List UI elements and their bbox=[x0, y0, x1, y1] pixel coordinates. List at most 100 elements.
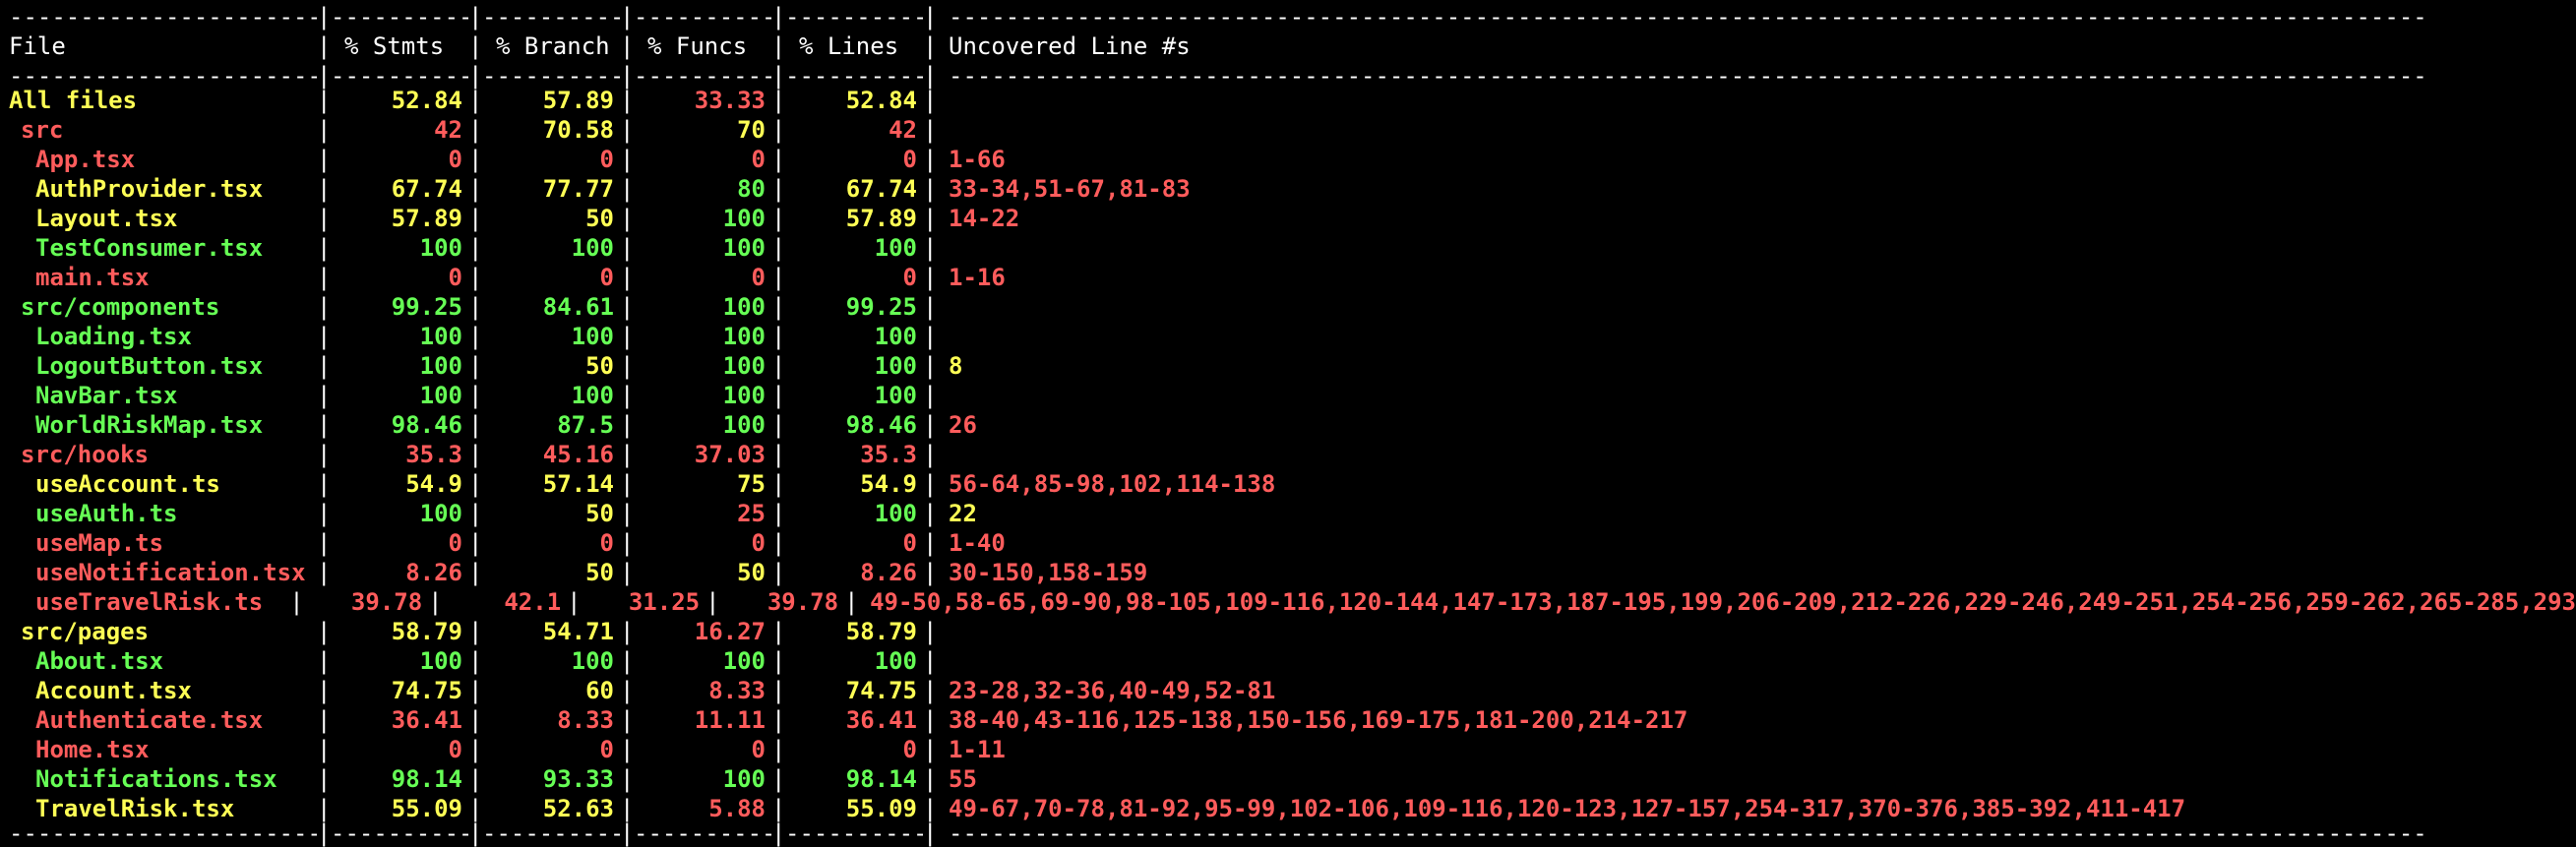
branch-percent: 57.14 bbox=[542, 470, 614, 498]
file-name: WorldRiskMap.tsx bbox=[35, 411, 264, 439]
uncovered-lines: 14-22 bbox=[949, 205, 1020, 232]
uncovered-lines: 26 bbox=[949, 411, 977, 439]
branch-percent: 84.61 bbox=[542, 293, 614, 321]
file-name: Authenticate.tsx bbox=[35, 706, 264, 734]
funcs-percent: 5.88 bbox=[708, 795, 766, 822]
file-name: Home.tsx bbox=[35, 736, 150, 763]
terminal-output: -----------------------------|----------… bbox=[0, 0, 2576, 847]
funcs-percent: 37.03 bbox=[694, 441, 766, 468]
table-row: About.tsx | 100 | 100 | 100 | 100 | bbox=[9, 646, 2576, 676]
funcs-percent: 11.11 bbox=[694, 706, 766, 734]
lines-percent: 67.74 bbox=[845, 175, 917, 203]
funcs-percent: 16.27 bbox=[694, 618, 766, 645]
separator-top: -----------------------------|----------… bbox=[9, 3, 2427, 30]
lines-percent: 100 bbox=[874, 382, 917, 409]
branch-percent: 54.71 bbox=[542, 618, 614, 645]
branch-percent: 60 bbox=[585, 677, 614, 704]
uncovered-lines: 56-64,85-98,102,114-138 bbox=[949, 470, 1276, 498]
lines-percent: 52.84 bbox=[845, 87, 917, 114]
table-row: WorldRiskMap.tsx | 98.46 | 87.5 | 100 | 98.46 | 26 bbox=[9, 410, 2576, 440]
branch-percent: 45.16 bbox=[542, 441, 614, 468]
table-row: AuthProvider.tsx | 67.74 | 77.77 | 80 | 67.74 | 33… bbox=[9, 174, 2576, 204]
stmts-percent: 100 bbox=[419, 352, 462, 380]
funcs-percent: 8.33 bbox=[708, 677, 766, 704]
file-name: useMap.ts bbox=[35, 529, 164, 557]
stmts-percent: 42 bbox=[434, 116, 462, 144]
table-row: src | 42 | 70.58 | 70 | 42 | bbox=[9, 115, 2576, 145]
header-stmts: % Stmts bbox=[344, 32, 445, 60]
table-row: TravelRisk.tsx | 55.09 | 52.63 | 5.88 | 55.09 | 49… bbox=[9, 794, 2576, 823]
branch-percent: 50 bbox=[585, 352, 614, 380]
uncovered-lines: 22 bbox=[949, 500, 977, 527]
file-name: src bbox=[21, 116, 64, 144]
stmts-percent: 98.14 bbox=[391, 765, 462, 793]
file-name: useAuth.ts bbox=[35, 500, 178, 527]
table-row: useNotification.tsx | 8.26 | 50 | 50 | 8.26 | 30-1… bbox=[9, 558, 2576, 587]
branch-percent: 93.33 bbox=[542, 765, 614, 793]
lines-percent: 100 bbox=[874, 323, 917, 350]
lines-percent: 55.09 bbox=[845, 795, 917, 822]
uncovered-lines: 1-66 bbox=[949, 146, 1006, 173]
lines-percent: 99.25 bbox=[845, 293, 917, 321]
table-row: src/components | 99.25 | 84.61 | 100 | 99.25 | bbox=[9, 292, 2576, 322]
lines-percent: 74.75 bbox=[845, 677, 917, 704]
funcs-percent: 75 bbox=[737, 470, 766, 498]
stmts-percent: 36.41 bbox=[391, 706, 462, 734]
stmts-percent: 67.74 bbox=[391, 175, 462, 203]
table-row: Account.tsx | 74.75 | 60 | 8.33 | 74.75 | 23-28,32… bbox=[9, 676, 2576, 705]
separator-bottom: -----------------------------|----------… bbox=[9, 819, 2427, 847]
funcs-percent: 100 bbox=[722, 352, 766, 380]
stmts-percent: 98.46 bbox=[391, 411, 462, 439]
lines-percent: 36.41 bbox=[845, 706, 917, 734]
branch-percent: 52.63 bbox=[542, 795, 614, 822]
lines-percent: 100 bbox=[874, 234, 917, 262]
separator-segment: ----------------------------- bbox=[9, 7, 317, 27]
table-row: LogoutButton.tsx | 100 | 50 | 100 | 100 | 8 bbox=[9, 351, 2576, 381]
stmts-percent: 57.89 bbox=[391, 205, 462, 232]
lines-percent: 100 bbox=[874, 500, 917, 527]
stmts-percent: 100 bbox=[419, 647, 462, 675]
file-name: AuthProvider.tsx bbox=[35, 175, 264, 203]
uncovered-lines bbox=[937, 115, 949, 145]
branch-percent: 0 bbox=[599, 264, 614, 291]
file-name: useNotification.tsx bbox=[35, 559, 306, 586]
stmts-percent: 39.78 bbox=[350, 588, 423, 616]
branch-percent: 77.77 bbox=[542, 175, 614, 203]
table-row: main.tsx | 0 | 0 | 0 | 0 | 1-16 bbox=[9, 263, 2576, 292]
table-row: App.tsx | 0 | 0 | 0 | 0 | 1-66 bbox=[9, 145, 2576, 174]
funcs-percent: 100 bbox=[722, 323, 766, 350]
table-row: useMap.ts | 0 | 0 | 0 | 0 | 1-40 bbox=[9, 528, 2576, 558]
stmts-percent: 0 bbox=[448, 736, 462, 763]
funcs-percent: 100 bbox=[722, 647, 766, 675]
funcs-percent: 80 bbox=[737, 175, 766, 203]
funcs-percent: 0 bbox=[751, 736, 766, 763]
table-row: useAccount.ts | 54.9 | 57.14 | 75 | 54.9 | 56-64,8… bbox=[9, 469, 2576, 499]
stmts-percent: 55.09 bbox=[391, 795, 462, 822]
table-row: All files | 52.84 | 57.89 | 33.33 | 52.84 | bbox=[9, 86, 2576, 115]
table-row: Home.tsx | 0 | 0 | 0 | 0 | 1-11 bbox=[9, 735, 2576, 764]
lines-percent: 100 bbox=[874, 647, 917, 675]
table-row: Layout.tsx | 57.89 | 50 | 100 | 57.89 | 14-22 bbox=[9, 204, 2576, 233]
lines-percent: 98.46 bbox=[845, 411, 917, 439]
stmts-percent: 35.3 bbox=[405, 441, 462, 468]
branch-percent: 50 bbox=[585, 205, 614, 232]
uncovered-lines: 23-28,32-36,40-49,52-81 bbox=[949, 677, 1276, 704]
lines-percent: 98.14 bbox=[845, 765, 917, 793]
stmts-percent: 100 bbox=[419, 500, 462, 527]
funcs-percent: 100 bbox=[722, 382, 766, 409]
stmts-percent: 100 bbox=[419, 382, 462, 409]
stmts-percent: 8.26 bbox=[405, 559, 462, 586]
funcs-percent: 100 bbox=[722, 234, 766, 262]
file-name: LogoutButton.tsx bbox=[35, 352, 264, 380]
lines-percent: 0 bbox=[902, 264, 917, 291]
stmts-percent: 54.9 bbox=[405, 470, 462, 498]
file-name: TravelRisk.tsx bbox=[35, 795, 235, 822]
branch-percent: 100 bbox=[571, 382, 614, 409]
uncovered-lines: 30-150,158-159 bbox=[949, 559, 1148, 586]
file-name: useTravelRisk.ts bbox=[35, 588, 264, 616]
uncovered-lines: 49-67,70-78,81-92,95-99,102-106,109-116,… bbox=[949, 795, 2186, 822]
branch-percent: 50 bbox=[585, 559, 614, 586]
uncovered-lines: 33-34,51-67,81-83 bbox=[949, 175, 1191, 203]
branch-percent: 0 bbox=[599, 146, 614, 173]
uncovered-lines bbox=[937, 646, 949, 676]
